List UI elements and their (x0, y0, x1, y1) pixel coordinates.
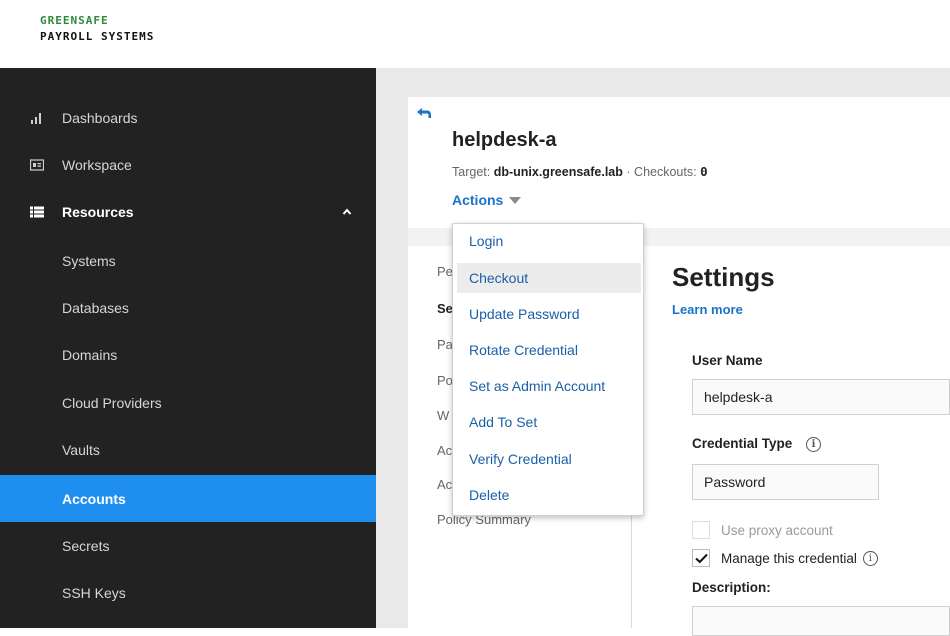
chevron-up-icon[interactable] (342, 207, 352, 217)
actions-menu: Login Checkout Update Password Rotate Cr… (452, 223, 644, 516)
sidebar-group-resources[interactable]: Resources (0, 188, 376, 235)
credential-type-row: Credential Type i (692, 436, 822, 452)
list-icon (30, 206, 44, 217)
sidebar-item-label: Systems (62, 252, 116, 269)
info-icon[interactable]: i (806, 436, 822, 452)
sidebar-item-label: SSH Keys (62, 584, 126, 601)
tab-settings[interactable]: Se (437, 301, 453, 316)
sidebar-item-label: Workspace (62, 156, 132, 173)
credential-type-select[interactable]: Password (692, 464, 879, 500)
sidebar-item-label: Cloud Providers (62, 394, 162, 411)
brand-subtitle: PAYROLL SYSTEMS (40, 30, 155, 43)
user-name-value: helpdesk-a (704, 389, 773, 405)
brand-logo[interactable]: GREENSAFE PAYROLL SYSTEMS (40, 15, 154, 42)
menu-item-update-password[interactable]: Update Password (457, 299, 641, 329)
sidebar-item-label: Dashboards (62, 109, 138, 126)
credential-type-label: Credential Type (692, 436, 793, 451)
sidebar-item-label: Accounts (62, 490, 126, 507)
sidebar-item-secrets[interactable]: Secrets (0, 522, 376, 569)
menu-item-set-admin-account[interactable]: Set as Admin Account (457, 371, 641, 401)
sidebar-item-label: Databases (62, 299, 129, 316)
manage-credential-row: Manage this credential i (692, 549, 878, 567)
menu-item-verify-credential[interactable]: Verify Credential (457, 444, 641, 474)
actions-dropdown-button[interactable]: Actions (452, 192, 522, 208)
sidebar-item-accounts[interactable]: Accounts (0, 475, 376, 522)
sidebar-item-domains[interactable]: Domains (0, 331, 376, 378)
menu-item-checkout[interactable]: Checkout (457, 263, 641, 293)
sidebar-item-ssh-keys[interactable]: SSH Keys (0, 569, 376, 616)
menu-item-login[interactable]: Login (457, 226, 641, 256)
target-label: Target: (452, 165, 491, 179)
top-header: GREENSAFE PAYROLL SYSTEMS (0, 0, 950, 68)
target-value: db-unix.greensafe.lab (493, 165, 623, 179)
user-name-label: User Name (692, 353, 763, 368)
tab-activity[interactable]: Ac (437, 477, 452, 492)
sidebar-item-dashboards[interactable]: Dashboards (0, 94, 376, 141)
tab-workflow[interactable]: W (437, 408, 449, 423)
sidebar-item-label: Secrets (62, 537, 110, 554)
menu-item-rotate-credential[interactable]: Rotate Credential (457, 335, 641, 365)
use-proxy-row: Use proxy account (692, 521, 833, 539)
sidebar-group-label: Resources (62, 203, 134, 220)
account-title: helpdesk-a (452, 129, 557, 151)
description-label: Description: (692, 580, 771, 595)
sidebar-item-workspace[interactable]: Workspace (0, 141, 376, 188)
tab-permissions[interactable]: Pe (437, 264, 453, 279)
manage-credential-checkbox[interactable] (692, 549, 710, 567)
workspace-icon (30, 158, 44, 171)
checkouts-label: Checkouts: (634, 165, 697, 179)
sidebar-item-cloud-providers[interactable]: Cloud Providers (0, 379, 376, 426)
sidebar-item-databases[interactable]: Databases (0, 284, 376, 331)
meta-separator: · (626, 165, 631, 179)
manage-credential-label: Manage this credential (721, 550, 857, 566)
sidebar-item-label: Vaults (62, 441, 100, 458)
tab-password[interactable]: Pa (437, 337, 453, 352)
credential-type-value: Password (704, 474, 766, 490)
sidebar-item-vaults[interactable]: Vaults (0, 426, 376, 473)
sidebar-item-systems[interactable]: Systems (0, 237, 376, 284)
tab-access[interactable]: Ac (437, 443, 452, 458)
description-field[interactable] (692, 606, 950, 636)
tab-policy[interactable]: Po (437, 373, 453, 388)
caret-down-icon (509, 196, 522, 204)
back-arrow-icon[interactable] (416, 107, 432, 119)
use-proxy-checkbox[interactable] (692, 521, 710, 539)
info-icon[interactable]: i (862, 550, 878, 566)
checkmark-icon (694, 553, 708, 563)
sidebar-item-label: Domains (62, 346, 118, 363)
use-proxy-label: Use proxy account (721, 522, 833, 538)
learn-more-link[interactable]: Learn more (672, 302, 743, 317)
actions-label: Actions (452, 192, 504, 208)
account-meta: Target: db-unix.greensafe.lab · Checkout… (452, 164, 708, 179)
menu-item-delete[interactable]: Delete (457, 480, 641, 510)
menu-item-add-to-set[interactable]: Add To Set (457, 407, 641, 437)
user-name-field[interactable]: helpdesk-a (692, 379, 950, 415)
settings-title: Settings (672, 262, 775, 292)
bar-chart-icon (31, 112, 41, 124)
checkouts-value: 0 (700, 164, 708, 179)
brand-name: GREENSAFE (40, 14, 109, 27)
